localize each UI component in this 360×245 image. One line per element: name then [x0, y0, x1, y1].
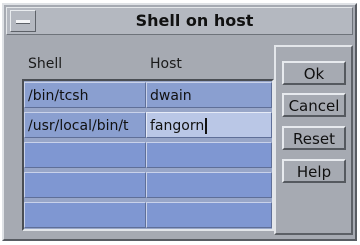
table-cell-shell[interactable]: /usr/local/bin/t [24, 112, 146, 138]
help-button[interactable]: Help [282, 159, 346, 183]
table-cell-host-editing[interactable]: fangorn [146, 112, 272, 138]
table-cell-host[interactable]: dwain [146, 82, 272, 108]
window-title: Shell on host [135, 11, 254, 30]
text-cursor-icon [205, 118, 208, 134]
window-menu-button[interactable] [10, 10, 36, 32]
column-header-shell: Shell [28, 56, 63, 72]
title-bar[interactable]: Shell on host [6, 7, 353, 35]
table-cell-shell[interactable] [24, 142, 146, 168]
table-cell-host[interactable] [146, 142, 272, 168]
table-row [24, 171, 278, 199]
table-row [24, 141, 278, 169]
button-panel: Ok Cancel Reset Help [274, 45, 353, 235]
reset-button[interactable]: Reset [282, 126, 346, 150]
ok-button[interactable]: Ok [282, 61, 346, 85]
table-cell-host[interactable] [146, 202, 272, 228]
table-row: /usr/local/bin/t fangorn [24, 111, 278, 139]
table-cell-shell[interactable] [24, 172, 146, 198]
window-menu-icon [16, 20, 30, 24]
table-row: /bin/tcsh dwain [24, 81, 278, 109]
table-cell-host-text: fangorn [150, 118, 205, 134]
cancel-button[interactable]: Cancel [282, 93, 346, 117]
table-row [24, 201, 278, 229]
dialog-window: Shell on host Shell Host /bin/tcsh dwain… [2, 3, 357, 241]
shell-host-table: /bin/tcsh dwain /usr/local/bin/t fangorn [22, 79, 274, 231]
column-header-host: Host [150, 56, 182, 72]
table-cell-host[interactable] [146, 172, 272, 198]
table-cell-shell[interactable] [24, 202, 146, 228]
table-cell-shell[interactable]: /bin/tcsh [24, 82, 146, 108]
